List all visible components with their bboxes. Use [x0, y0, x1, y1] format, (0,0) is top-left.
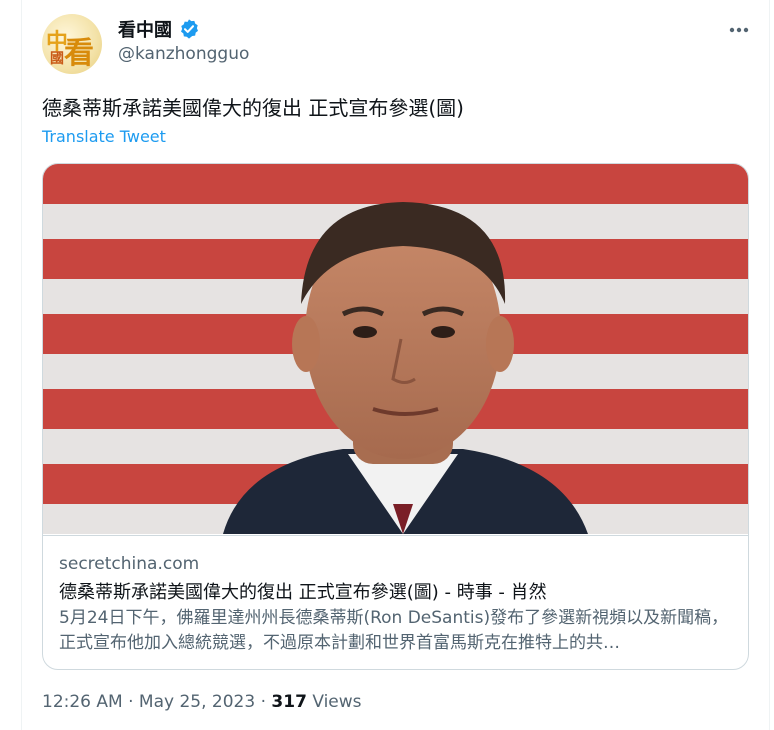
- avatar-char-3: 國: [50, 51, 64, 67]
- card-body[interactable]: secretchina.com 德桑蒂斯承諾美國偉大的復出 正式宣布參選(圖) …: [43, 535, 748, 669]
- more-dots-icon: [729, 27, 749, 33]
- card-domain: secretchina.com: [59, 554, 200, 574]
- author-handle[interactable]: @kanzhongguo: [118, 44, 249, 64]
- avatar[interactable]: 中 看 國: [42, 14, 102, 74]
- translate-tweet-link[interactable]: Translate Tweet: [42, 127, 166, 146]
- tweet-meta: 12:26 AM · May 25, 2023 · 317 Views: [42, 692, 362, 712]
- tweet-time[interactable]: 12:26 AM: [42, 692, 123, 712]
- author-display-name[interactable]: 看中國: [118, 16, 172, 42]
- card-description: 5月24日下午，佛羅里達州州長德桑蒂斯(Ron DeSantis)發布了參選新視…: [59, 608, 729, 653]
- meta-separator: ·: [128, 692, 134, 712]
- card-title: 德桑蒂斯承諾美國偉大的復出 正式宣布參選(圖) - 時事 - 肖然: [59, 582, 547, 603]
- tweet-text: 德桑蒂斯承諾美國偉大的復出 正式宣布參選(圖): [42, 96, 464, 120]
- verified-badge-icon[interactable]: [178, 18, 200, 40]
- tweet-date[interactable]: May 25, 2023: [139, 692, 255, 712]
- link-card[interactable]: secretchina.com 德桑蒂斯承諾美國偉大的復出 正式宣布參選(圖) …: [42, 163, 749, 670]
- avatar-char-2: 看: [64, 36, 94, 71]
- meta-separator: ·: [260, 692, 266, 712]
- card-image[interactable]: [43, 164, 748, 534]
- more-button[interactable]: [727, 18, 751, 42]
- views-label[interactable]: Views: [312, 692, 361, 712]
- views-count[interactable]: 317: [271, 692, 307, 712]
- author-name-row[interactable]: 看中國: [118, 16, 200, 42]
